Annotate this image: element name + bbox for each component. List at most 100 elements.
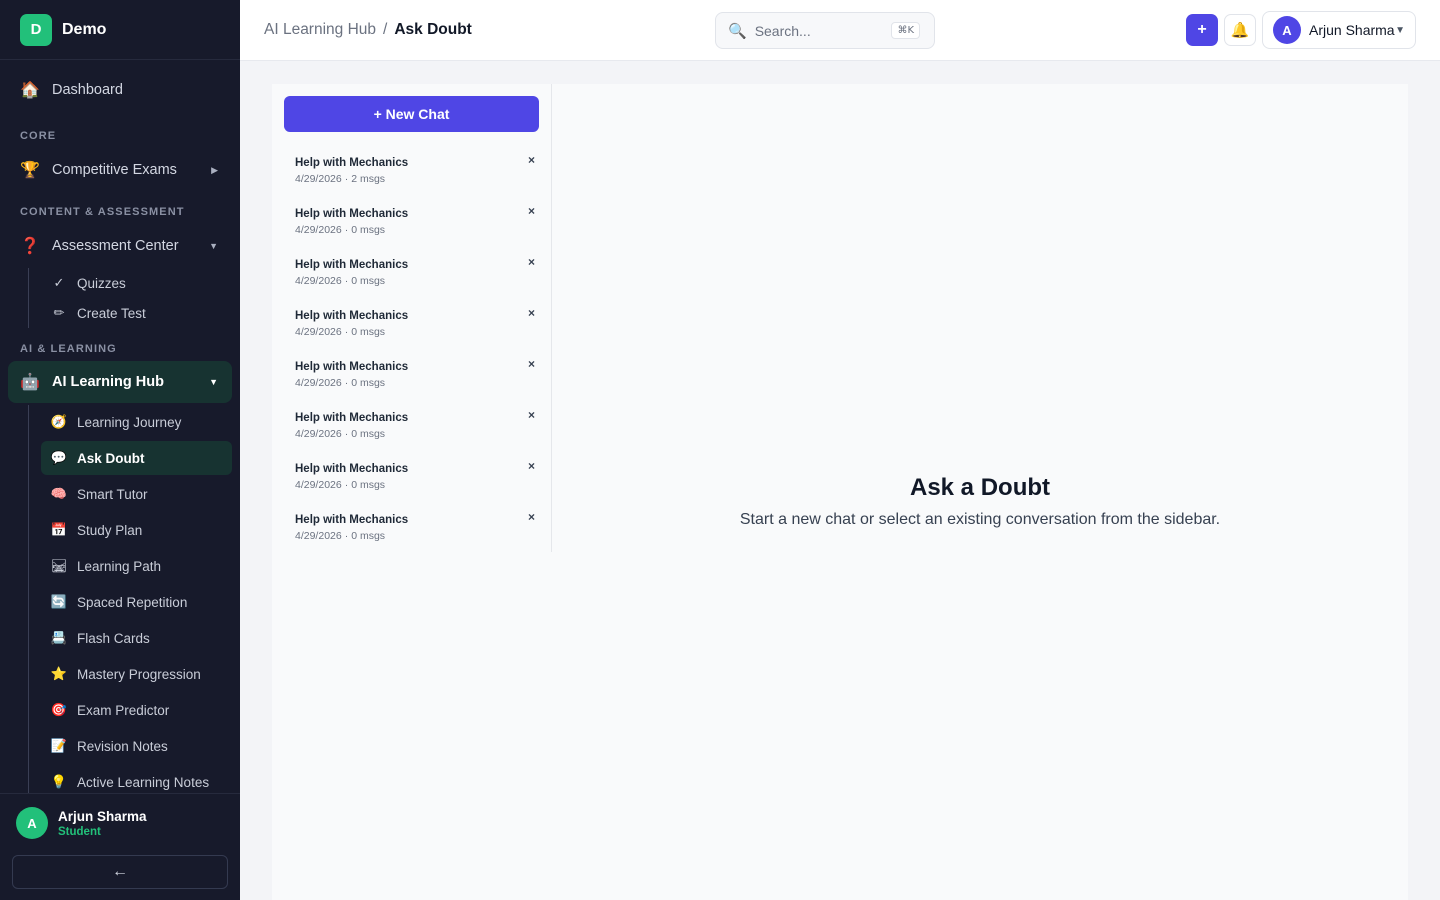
close-icon[interactable]: × <box>528 357 535 371</box>
sidebar-item-learning-journey[interactable]: 🧭 Learning Journey <box>41 405 232 439</box>
sidebar: D Demo 🏠 Dashboard CORE 🏆 Competitive Ex… <box>0 0 240 900</box>
meta-separator: · <box>344 224 349 236</box>
chat-meta: 4/29/2026 · 0 msgs <box>295 326 385 338</box>
close-icon[interactable]: × <box>528 510 535 524</box>
sidebar-item-label: Mastery Progression <box>77 666 201 682</box>
sidebar-item-dashboard[interactable]: 🏠 Dashboard <box>8 69 232 111</box>
sidebar-item-label: Smart Tutor <box>77 486 148 502</box>
sidebar-item-label: Learning Journey <box>77 414 182 430</box>
sidebar-item-mastery-progression[interactable]: ⭐ Mastery Progression <box>41 657 232 691</box>
breadcrumb: AI Learning Hub / Ask Doubt <box>264 21 472 39</box>
chat-date: 4/29/2026 <box>295 530 342 542</box>
chat-list-item[interactable]: Help with Mechanics 4/29/2026 · 2 msgs × <box>284 148 539 196</box>
sidebar-item-label: Spaced Repetition <box>77 594 188 610</box>
section-ai-learning: AI & LEARNING <box>20 343 117 355</box>
arrow-left-icon: ← <box>112 863 128 880</box>
meta-separator: · <box>344 428 349 440</box>
close-icon[interactable]: × <box>528 255 535 269</box>
empty-state-subtitle: Start a new chat or select an existing c… <box>739 511 1221 528</box>
notifications-button[interactable]: 🔔 <box>1224 14 1256 46</box>
sidebar-item-label: Quizzes <box>77 275 126 291</box>
home-icon: 🏠 <box>20 82 40 99</box>
ask-doubt-panel: + New Chat Help with Mechanics 4/29/2026… <box>272 84 1408 900</box>
chat-count: 0 msgs <box>351 530 386 542</box>
chat-list-item[interactable]: Help with Mechanics 4/29/2026 · 0 msgs × <box>284 454 539 502</box>
sidebar-item-label: Competitive Exams <box>52 162 177 178</box>
chat-title: Help with Mechanics <box>295 514 409 526</box>
meta-separator: · <box>344 377 349 389</box>
profile-name: Arjun Sharma <box>1309 22 1395 38</box>
sidebar-user[interactable]: A Arjun Sharma Student <box>16 807 147 839</box>
search-input[interactable] <box>754 22 875 39</box>
user-name: Arjun Sharma <box>58 808 147 824</box>
user-meta: Arjun Sharma Student <box>58 809 147 838</box>
breadcrumb-parent[interactable]: AI Learning Hub <box>264 21 376 39</box>
chevron-down-icon: ▼ <box>1395 24 1405 36</box>
sidebar-item-spaced-repetition[interactable]: 🔄 Spaced Repetition <box>41 585 232 619</box>
calendar-icon: 📅 <box>50 522 68 537</box>
chat-date: 4/29/2026 <box>295 326 342 338</box>
sidebar-item-competitive-exams[interactable]: 🏆 Competitive Exams ▶ <box>8 149 232 191</box>
breadcrumb-current: Ask Doubt <box>394 21 472 38</box>
chat-title: Help with Mechanics <box>295 259 409 271</box>
new-chat-button[interactable]: + New Chat <box>284 96 539 132</box>
chevron-right-icon: ▶ <box>211 164 218 175</box>
meta-separator: · <box>344 530 349 542</box>
brand-name: Demo <box>62 20 107 38</box>
pencil-icon: ✏ <box>53 305 65 320</box>
sidebar-item-revision-notes[interactable]: 📝 Revision Notes <box>41 729 232 763</box>
trophy-icon: 🏆 <box>20 162 40 179</box>
profile-menu[interactable]: A Arjun Sharma ▼ <box>1262 11 1416 49</box>
sidebar-item-label: Learning Path <box>77 558 162 574</box>
close-icon[interactable]: × <box>528 459 535 473</box>
close-icon[interactable]: × <box>528 408 535 422</box>
sidebar-item-ask-doubt[interactable]: 💬 Ask Doubt <box>41 441 232 475</box>
sidebar-item-ai-learning-hub[interactable]: 🤖 AI Learning Hub ▼ <box>8 361 232 403</box>
chat-list-item[interactable]: Help with Mechanics 4/29/2026 · 0 msgs × <box>284 301 539 349</box>
shortcut-badge: ⌘K <box>891 22 920 39</box>
chat-count: 0 msgs <box>351 428 386 440</box>
chat-meta: 4/29/2026 · 0 msgs <box>295 224 385 236</box>
chat-count: 0 msgs <box>351 275 386 287</box>
close-icon[interactable]: × <box>528 306 535 320</box>
chat-list-item[interactable]: Help with Mechanics 4/29/2026 · 0 msgs × <box>284 250 539 298</box>
chat-meta: 4/29/2026 · 0 msgs <box>295 377 385 389</box>
sidebar-item-label: Create Test <box>77 305 146 321</box>
sidebar-item-active-learning-notes[interactable]: 💡 Active Learning Notes <box>41 765 232 793</box>
sidebar-item-study-plan[interactable]: 📅 Study Plan <box>41 513 232 547</box>
sidebar-item-assessment-center[interactable]: ❓ Assessment Center ▼ <box>8 225 232 267</box>
section-core: CORE <box>20 130 57 142</box>
lightbulb-icon: 💡 <box>50 774 68 789</box>
chat-list-item[interactable]: Help with Mechanics 4/29/2026 · 0 msgs × <box>284 199 539 247</box>
user-role: Student <box>58 825 101 838</box>
meta-separator: · <box>344 326 349 338</box>
sidebar-item-smart-tutor[interactable]: 🧠 Smart Tutor <box>41 477 232 511</box>
refresh-icon: 🔄 <box>50 594 68 609</box>
chat-date: 4/29/2026 <box>295 275 342 287</box>
sidebar-item-quizzes[interactable]: ✓ Quizzes <box>41 266 232 300</box>
chat-list-item[interactable]: Help with Mechanics 4/29/2026 · 0 msgs × <box>284 403 539 451</box>
chat-date: 4/29/2026 <box>295 173 342 185</box>
sidebar-item-label: Revision Notes <box>77 738 168 754</box>
close-icon[interactable]: × <box>528 153 535 167</box>
sidebar-item-flash-cards[interactable]: 📇 Flash Cards <box>41 621 232 655</box>
chat-date: 4/29/2026 <box>295 479 342 491</box>
sidebar-nav: 🏠 Dashboard CORE 🏆 Competitive Exams ▶ C… <box>0 60 240 793</box>
add-button[interactable]: + <box>1186 14 1218 46</box>
chat-date: 4/29/2026 <box>295 377 342 389</box>
sidebar-item-exam-predictor[interactable]: 🎯 Exam Predictor <box>41 693 232 727</box>
brand[interactable]: D Demo <box>0 0 240 60</box>
chat-meta: 4/29/2026 · 2 msgs <box>295 173 385 185</box>
sidebar-item-create-test[interactable]: ✏ Create Test <box>41 296 232 330</box>
search-box[interactable]: 🔍 ⌘K <box>715 12 935 49</box>
speech-bubble-icon: 💬 <box>50 450 68 465</box>
chat-meta: 4/29/2026 · 0 msgs <box>295 428 385 440</box>
collapse-sidebar-button[interactable]: ← <box>12 855 228 889</box>
tree-line <box>28 405 29 793</box>
sidebar-item-learning-path[interactable]: 🛤 Learning Path <box>41 549 232 583</box>
chat-title: Help with Mechanics <box>295 157 409 169</box>
close-icon[interactable]: × <box>528 204 535 218</box>
chat-title: Help with Mechanics <box>295 361 409 373</box>
chat-list-item[interactable]: Help with Mechanics 4/29/2026 · 0 msgs × <box>284 505 539 553</box>
chat-list-item[interactable]: Help with Mechanics 4/29/2026 · 0 msgs × <box>284 352 539 400</box>
